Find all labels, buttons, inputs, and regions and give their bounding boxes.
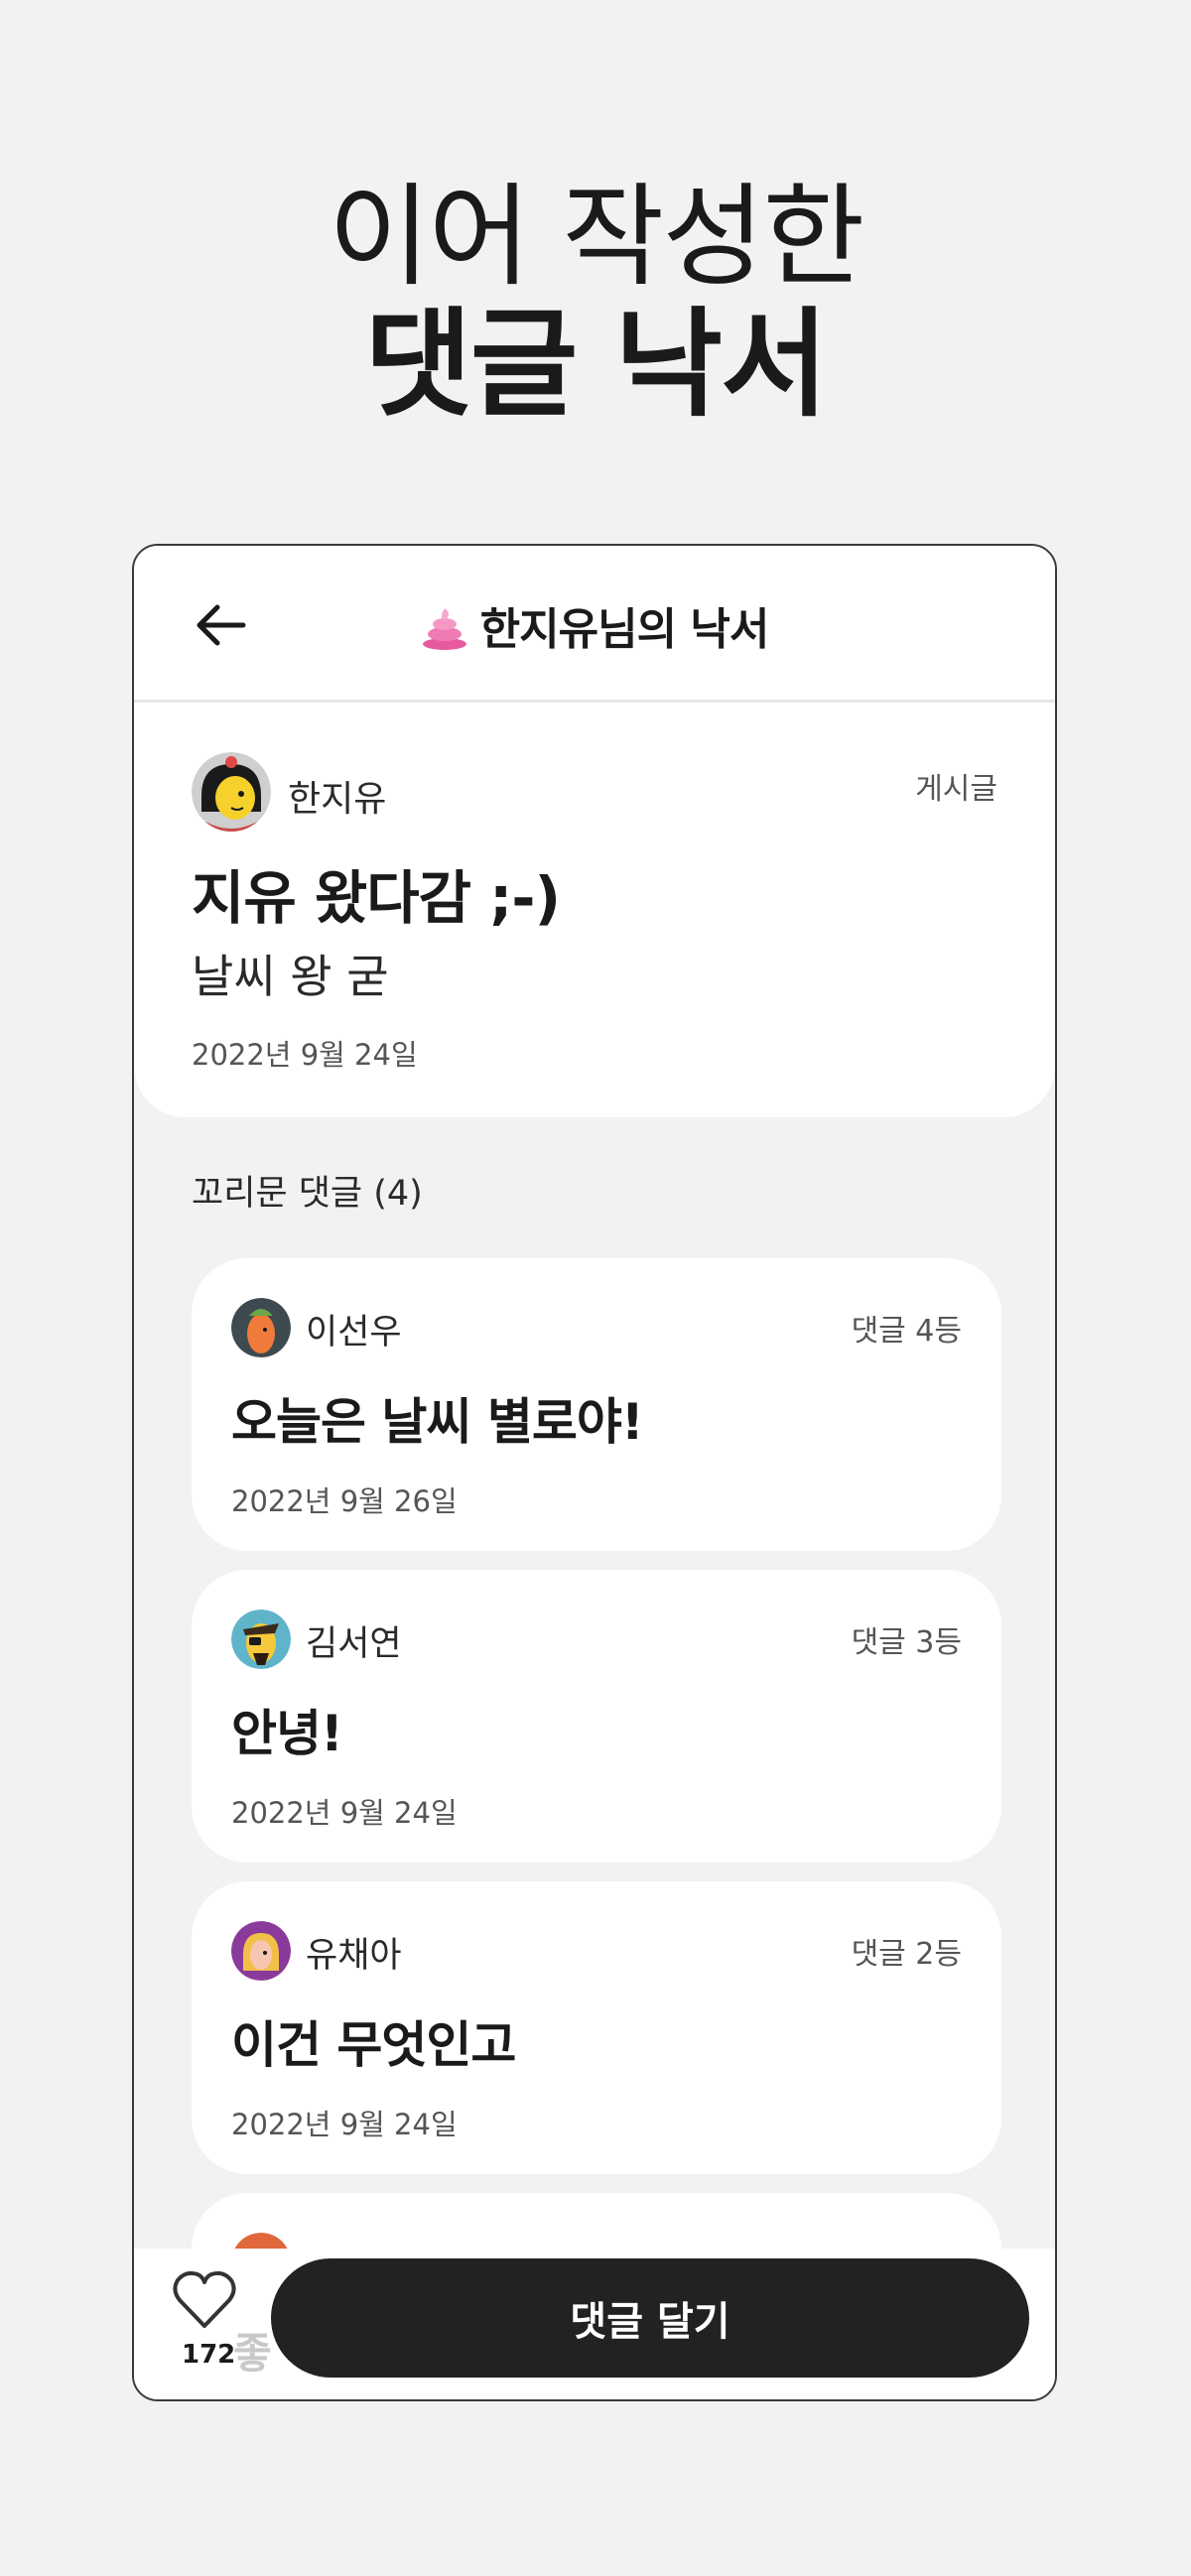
post-date: 2022년 9월 24일 [192,1038,418,1072]
avatar-face-icon [192,752,271,832]
post-body: 날씨 왕 굳 [192,950,389,1003]
comment-text: 오늘은 날씨 별로야! [231,1393,644,1451]
comment-author: 김서연 [306,1624,402,1664]
page-title: 한지유님의 낙서 [134,593,1055,657]
poop-icon [422,608,466,650]
post-card: 한지유 게시글 지유 왔다감 ;-) 날씨 왕 굳 2022년 9월 24일 [134,703,1055,1117]
post-title: 지유 왔다감 ;-) [192,864,561,932]
avatar [192,752,271,832]
comment-card[interactable]: 김서연 댓글 3등 안녕! 2022년 9월 24일 [192,1570,1001,1863]
comment-date: 2022년 9월 26일 [231,1484,458,1518]
avatar-face-icon [231,1921,291,1981]
comment-date: 2022년 9월 24일 [231,1796,458,1830]
avatar [231,1610,291,1669]
headline-line1: 이어 작성한 [328,173,865,302]
comment-author: 유채아 [306,1936,402,1976]
comment-date: 2022년 9월 24일 [231,2108,458,2141]
avatar [231,1298,291,1357]
comment-rank: 댓글 3등 [851,1625,962,1660]
comment-rank: 댓글 2등 [851,1937,962,1972]
headline-line2: 댓글 낙서 [364,296,828,433]
phone-screen: 한지유님의 낙서 한지유 게시글 지유 왔다감 ;-) 날씨 왕 굳 2022년… [132,544,1057,2401]
comment-card[interactable]: 이선우 댓글 4등 오늘은 날씨 별로야! 2022년 9월 26일 [192,1258,1001,1551]
comments-section-label: 꼬리문 댓글 (4) [192,1174,423,1214]
comment-text: 이건 무엇인고 [231,2016,516,2074]
add-comment-button[interactable]: 댓글 달기 [271,2258,1029,2378]
like-count: 172 [182,2340,236,2370]
avatar-face-icon [231,1610,291,1669]
like-button[interactable] [170,2268,239,2332]
avatar-face-icon [231,1298,291,1357]
heart-outline-icon [173,2270,236,2328]
comment-rank: 댓글 4등 [851,1314,962,1349]
post-author: 한지유 [288,779,387,820]
bottom-bar: 172 좋 댓글 달기 [134,2249,1055,2399]
avatar [231,1921,291,1981]
top-bar: 한지유님의 낙서 [134,546,1055,703]
like-label-faded: 좋 [233,2329,272,2378]
comment-text: 안녕! [231,1705,343,1762]
post-type-label: 게시글 [915,772,997,807]
comment-card[interactable]: 유채아 댓글 2등 이건 무엇인고 2022년 9월 24일 [192,1881,1001,2174]
page-title-text: 한지유님의 낙서 [479,604,770,655]
comment-author: 이선우 [306,1313,402,1352]
